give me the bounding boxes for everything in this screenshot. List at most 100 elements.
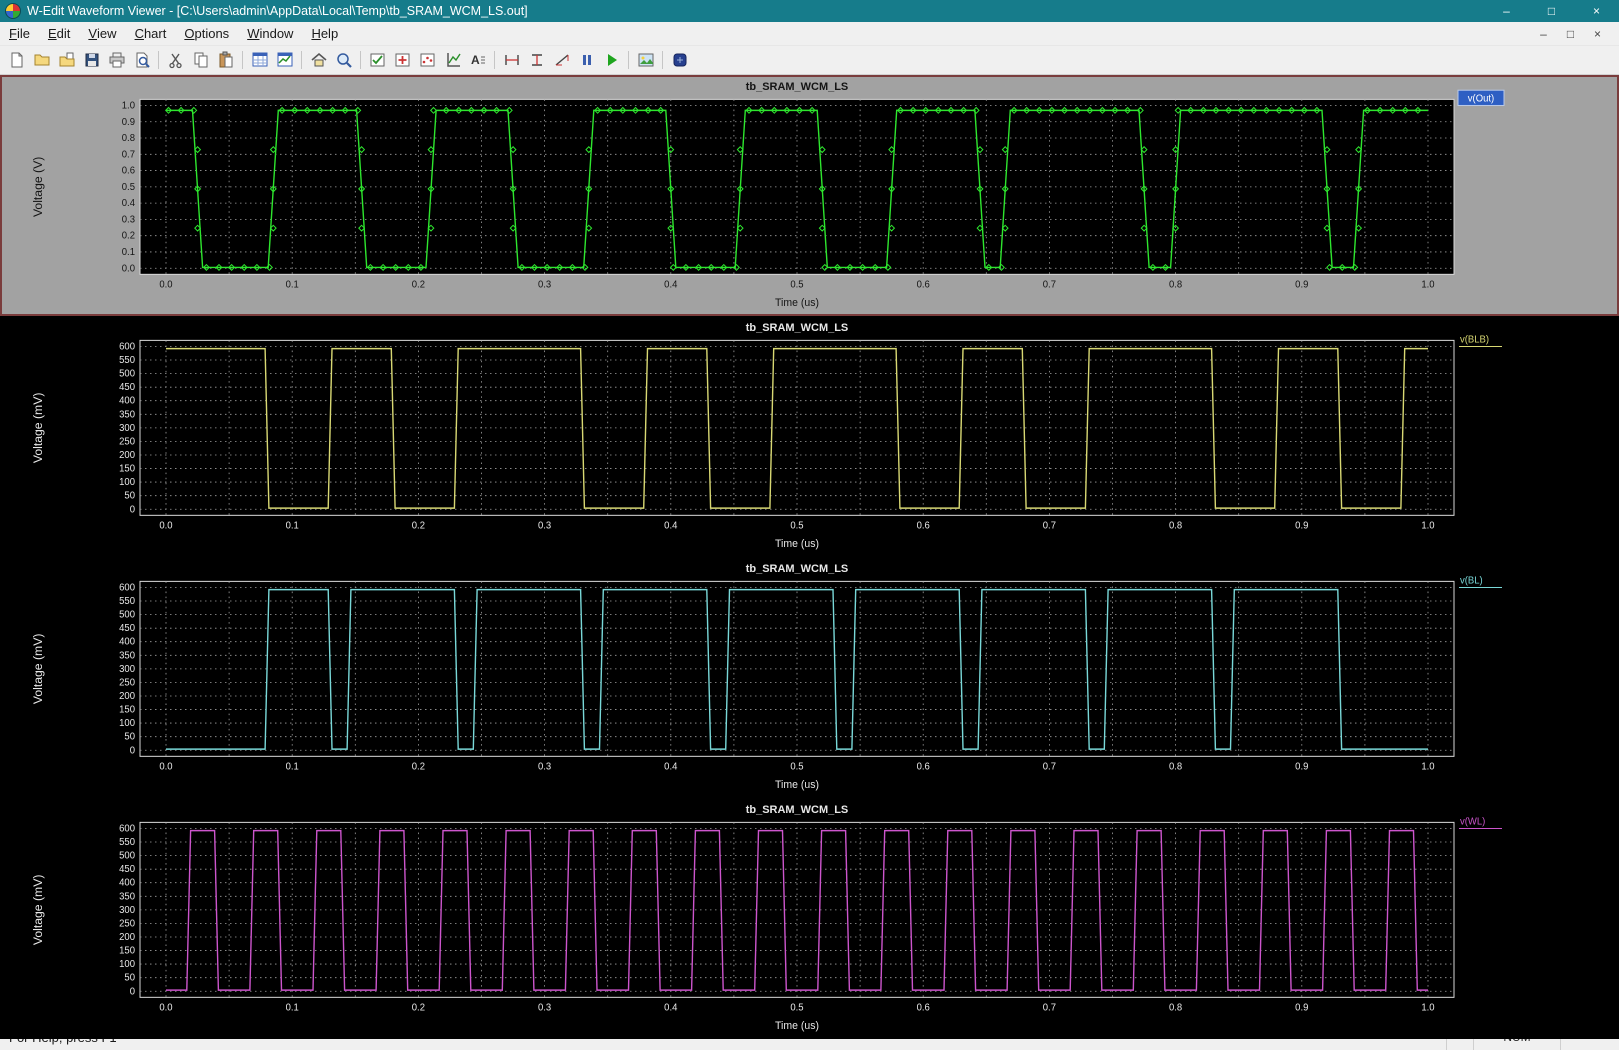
svg-text:600: 600 <box>119 341 135 352</box>
save-button[interactable] <box>79 48 104 72</box>
svg-text:1.0: 1.0 <box>122 100 135 111</box>
open-file-button[interactable] <box>29 48 54 72</box>
maximize-button[interactable]: □ <box>1529 0 1574 22</box>
mdi-minimize-button[interactable]: – <box>1530 27 1557 41</box>
waveform-chart[interactable]: tb_SRAM_WCM_LSVoltage (mV)Time (us)0.00.… <box>2 318 1617 555</box>
y-axis-label: Voltage (mV) <box>31 393 45 463</box>
menu-file[interactable]: File <box>0 22 39 45</box>
new-file-button[interactable] <box>4 48 29 72</box>
menu-window[interactable]: Window <box>238 22 302 45</box>
add-trace-button[interactable] <box>390 48 415 72</box>
open-output-button[interactable] <box>54 48 79 72</box>
waveform-chart[interactable]: tb_SRAM_WCM_LS Voltage (mV) Time (us) 0.0 0.… <box>2 559 1617 796</box>
svg-text:0.3: 0.3 <box>538 1002 551 1013</box>
horizontal-measure-button[interactable] <box>499 48 524 72</box>
menu-bar: FileEditViewChartOptionsWindowHelp – □ × <box>0 22 1619 45</box>
chart-title: tb_SRAM_WCM_LS <box>746 563 849 575</box>
cut-button[interactable] <box>163 48 188 72</box>
waveform-chart[interactable]: tb_SRAM_WCM_LSVoltage (V)Time (us)0.00.1… <box>2 77 1617 314</box>
app-icon[interactable] <box>5 3 21 19</box>
svg-text:0.8: 0.8 <box>122 133 135 144</box>
menu-options[interactable]: Options <box>175 22 238 45</box>
svg-text:0.3: 0.3 <box>538 761 551 772</box>
svg-text:0.3: 0.3 <box>538 520 551 531</box>
svg-text:200: 200 <box>119 691 135 702</box>
svg-text:0.8: 0.8 <box>1169 279 1182 290</box>
chart-overlay-button[interactable] <box>272 48 297 72</box>
svg-text:0.0: 0.0 <box>159 279 172 290</box>
toolbar-separator <box>360 51 361 69</box>
paste-button[interactable] <box>213 48 238 72</box>
svg-text:200: 200 <box>119 450 135 461</box>
home-icon <box>310 51 328 69</box>
mdi-close-button[interactable]: × <box>1584 27 1611 41</box>
svg-text:100: 100 <box>119 718 135 729</box>
chart-panel-vblb[interactable]: tb_SRAM_WCM_LSVoltage (mV)Time (us)0.00.… <box>0 316 1619 557</box>
svg-text:300: 300 <box>119 423 135 434</box>
svg-text:400: 400 <box>119 878 135 889</box>
svg-text:0.0: 0.0 <box>159 761 172 772</box>
chart-panel-vbl[interactable]: tb_SRAM_WCM_LS Voltage (mV) Time (us) 0.0 0.… <box>0 557 1619 798</box>
svg-text:0.6: 0.6 <box>917 520 930 531</box>
slope-measure-button[interactable] <box>549 48 574 72</box>
vertical-measure-button[interactable] <box>524 48 549 72</box>
run-simulation-button[interactable] <box>599 48 624 72</box>
trace-check-icon <box>369 51 387 69</box>
page-icon <box>8 51 26 69</box>
svg-text:150: 150 <box>119 464 135 475</box>
svg-text:0.0: 0.0 <box>159 520 172 531</box>
pause-simulation-button[interactable] <box>574 48 599 72</box>
database-button[interactable] <box>667 48 692 72</box>
waveform-chart[interactable]: tb_SRAM_WCM_LSVoltage (mV)Time (us)0.00.… <box>2 800 1617 1037</box>
menu-view[interactable]: View <box>79 22 125 45</box>
svg-text:0.5: 0.5 <box>790 520 803 531</box>
printer-icon <box>108 51 126 69</box>
svg-text:0: 0 <box>130 504 135 515</box>
axis-settings-button[interactable] <box>440 48 465 72</box>
svg-text:0.1: 0.1 <box>286 279 299 290</box>
toolbar-separator <box>301 51 302 69</box>
svg-text:0.7: 0.7 <box>1043 761 1056 772</box>
menu-edit[interactable]: Edit <box>39 22 79 45</box>
menu-items: FileEditViewChartOptionsWindowHelp <box>0 22 347 45</box>
close-button[interactable]: × <box>1574 0 1619 22</box>
toolbar: A <box>0 45 1619 75</box>
legend-label[interactable]: v(Out) <box>1468 93 1494 104</box>
x-axis-label: Time (us) <box>775 779 819 791</box>
svg-text:50: 50 <box>124 491 135 502</box>
home-view-button[interactable] <box>306 48 331 72</box>
legend-label[interactable]: v(BLB) <box>1460 334 1489 345</box>
svg-text:0.2: 0.2 <box>412 1002 425 1013</box>
chart-panel-vout[interactable]: tb_SRAM_WCM_LSVoltage (V)Time (us)0.00.1… <box>0 75 1619 316</box>
chart-panel-vwl[interactable]: tb_SRAM_WCM_LSVoltage (mV)Time (us)0.00.… <box>0 798 1619 1039</box>
export-image-button[interactable] <box>633 48 658 72</box>
chart-title: tb_SRAM_WCM_LS <box>746 804 849 816</box>
svg-text:0.2: 0.2 <box>122 231 135 242</box>
chart-area: tb_SRAM_WCM_LSVoltage (V)Time (us)0.00.1… <box>0 75 1619 1023</box>
legend-label[interactable]: v(WL) <box>1460 816 1485 827</box>
image-icon <box>637 51 655 69</box>
trace-properties-button[interactable] <box>365 48 390 72</box>
toolbar-separator <box>628 51 629 69</box>
new-chart-button[interactable] <box>247 48 272 72</box>
y-axis-label: Voltage (mV) <box>31 634 45 704</box>
print-preview-button[interactable] <box>129 48 154 72</box>
svg-text:0.5: 0.5 <box>790 279 803 290</box>
chart-grid-icon <box>251 51 269 69</box>
zoom-full-button[interactable] <box>331 48 356 72</box>
svg-text:0.4: 0.4 <box>122 198 136 209</box>
svg-text:0.4: 0.4 <box>664 1002 678 1013</box>
svg-text:0.8: 0.8 <box>1169 520 1182 531</box>
show-points-button[interactable] <box>415 48 440 72</box>
x-tick-labels: 0.00.10.20.30.40.50.60.70.80.91.0 <box>159 279 1434 290</box>
svg-text:0.4: 0.4 <box>664 520 678 531</box>
minimize-button[interactable]: – <box>1484 0 1529 22</box>
menu-help[interactable]: Help <box>302 22 347 45</box>
copy-button[interactable] <box>188 48 213 72</box>
trace-add-icon <box>394 51 412 69</box>
print-button[interactable] <box>104 48 129 72</box>
legend-label[interactable]: v(BL) <box>1460 575 1483 586</box>
text-format-button[interactable]: A <box>465 48 490 72</box>
mdi-restore-button[interactable]: □ <box>1557 27 1584 41</box>
menu-chart[interactable]: Chart <box>126 22 176 45</box>
